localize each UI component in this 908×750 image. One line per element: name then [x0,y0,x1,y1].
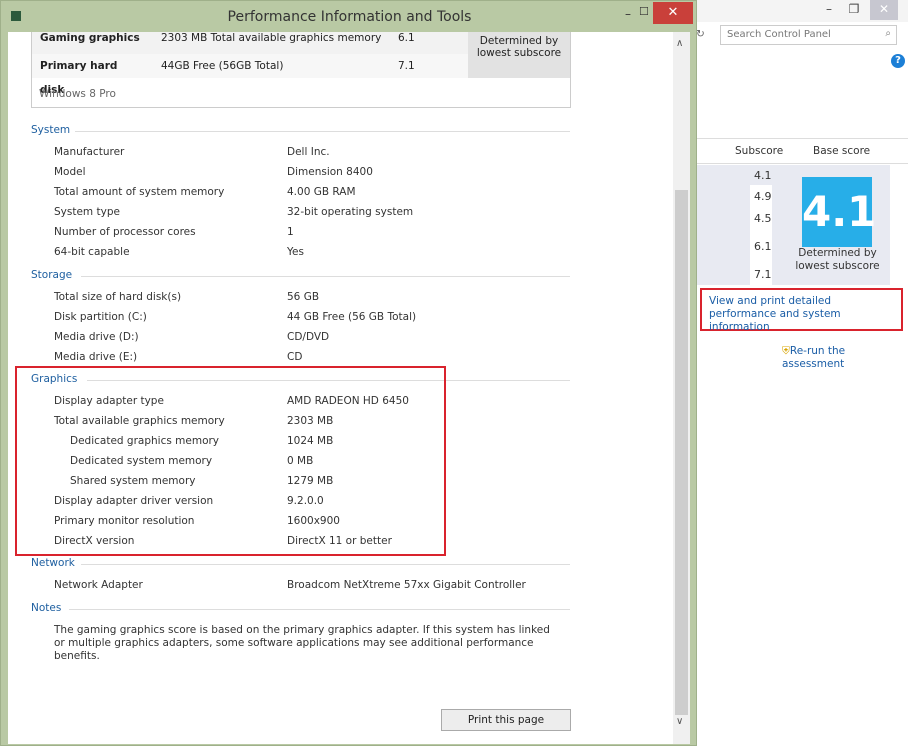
detail-value: Broadcom NetXtreme 57xx Gigabit Controll… [287,579,526,591]
scroll-up-icon[interactable]: ∧ [676,38,683,49]
section-divider [68,609,570,610]
minimize-button[interactable]: – [815,0,843,20]
help-icon[interactable]: ? [891,54,905,68]
score-row-desc: 2303 MB Total available graphics memory [153,32,390,54]
shield-icon: ⛨ [782,345,790,357]
scroll-down-icon[interactable]: ∨ [676,716,683,727]
detail-label: Disk partition (C:) [54,311,147,323]
windows-edition: Windows 8 Pro [39,88,116,100]
detail-value: 4.00 GB RAM [287,186,356,198]
control-panel-titlebar: – ❐ ✕ [690,0,908,22]
search-icon[interactable]: ⌕ [885,28,891,39]
base-score-tile: 4.1 [802,177,876,247]
detail-value: Dell Inc. [287,146,330,158]
section-network: Network [31,557,75,569]
score-row-label: Primary hard disk [32,54,153,96]
subscore: 4.9 [754,190,772,203]
score-row-score: 6.1 [390,32,468,54]
score-row-score: 7.1 [390,54,468,78]
section-divider [81,564,570,565]
detail-label: Model [54,166,86,178]
determined-note: Determined by lowest subscore [468,32,570,78]
scrollbar-thumb[interactable] [675,190,688,715]
detail-value: 32-bit operating system [287,206,414,218]
subscore-header: Subscore [735,145,784,157]
detail-value: 56 GB [287,291,320,303]
detail-label: System type [54,206,120,218]
section-divider [81,276,570,277]
rerun-assessment-link[interactable]: ⛨Re-run the assessment [782,345,908,370]
section-system: System [31,124,71,136]
detail-label: Manufacturer [54,146,125,158]
base-score-header: Base score [813,145,871,157]
detail-value: CD/DVD [287,331,330,343]
detail-label: Total amount of system memory [54,186,225,198]
detail-value: 1 [287,226,294,238]
dialog-title: Performance Information and Tools [227,9,472,25]
subscore: 4.1 [754,169,772,182]
subscore: 4.5 [754,212,772,225]
restore-button[interactable]: ❐ [840,0,868,20]
detail-label: Network Adapter [54,579,143,591]
minimize-button[interactable]: – [625,7,631,21]
subscore: 7.1 [754,268,772,281]
search-input[interactable]: Search Control Panel ⌕ [720,25,897,45]
view-print-details-link[interactable]: View and print detailed performance and … [700,288,903,333]
app-icon [11,11,21,21]
determined-note: Determined by lowest subscore [795,247,880,272]
detail-label: Number of processor cores [54,226,196,238]
score-header: Subscore Base score [690,138,908,164]
control-panel-window: – ❐ ✕ ↻ Search Control Panel ⌕ ? Subscore… [690,0,908,750]
section-storage: Storage [31,269,73,281]
subscore: 6.1 [754,240,772,253]
section-notes: Notes [31,602,62,614]
graphics-highlight [15,366,446,556]
detail-value: Dimension 8400 [287,166,373,178]
score-row-desc: 44GB Free (56GB Total) [153,54,390,78]
detail-value: 44 GB Free (56 GB Total) [287,311,417,323]
section-divider [74,131,570,132]
score-row-label: Gaming graphics [32,32,153,54]
rerun-label: Re-run the assessment [782,345,846,370]
close-button[interactable]: ✕ [870,0,898,20]
print-page-button[interactable]: Print this page [441,709,571,731]
close-button[interactable]: ✕ [653,2,693,24]
maximize-button[interactable]: ☐ [639,5,649,18]
search-placeholder: Search Control Panel [727,29,831,40]
detail-value: CD [287,351,303,363]
detail-label: Total size of hard disk(s) [54,291,182,303]
detail-label: 64-bit capable [54,246,130,258]
detail-label: Media drive (E:) [54,351,138,363]
detail-value: Yes [287,246,304,258]
notes-text: The gaming graphics score is based on th… [54,624,550,662]
detail-label: Media drive (D:) [54,331,139,343]
